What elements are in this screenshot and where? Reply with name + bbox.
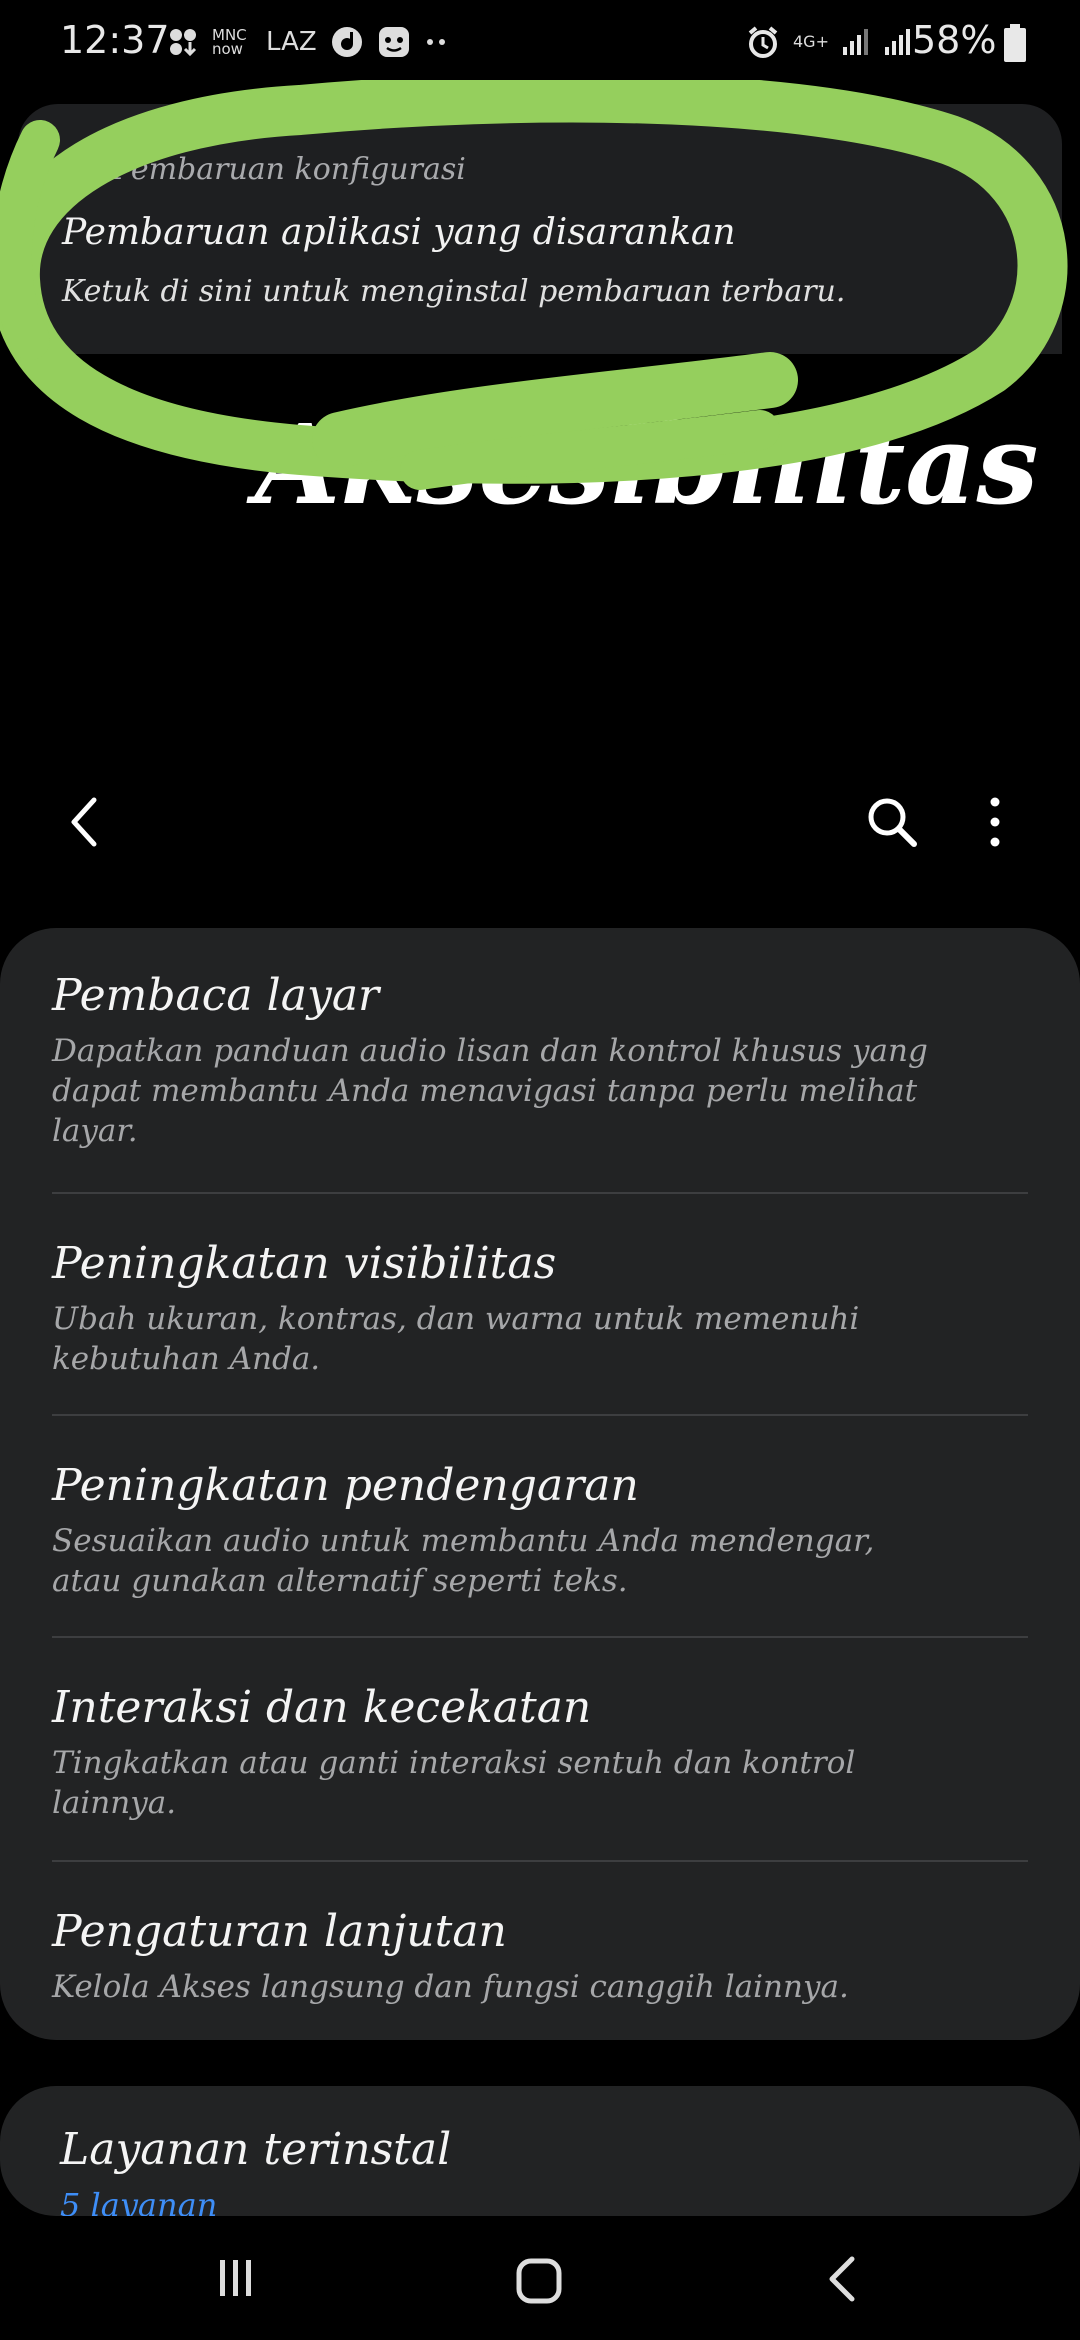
more-options-icon[interactable]	[980, 794, 1010, 850]
item-subtitle: Dapatkan panduan audio lisan dan kontrol…	[52, 1033, 928, 1149]
notification-header: Pembaruan konfigurasi	[66, 152, 466, 187]
notification-text: Ketuk di sini untuk menginstal pembaruan…	[62, 274, 846, 309]
item-title: Pembaca layar	[52, 970, 380, 1021]
lazada-icon: LAZ	[266, 27, 317, 57]
search-icon[interactable]	[864, 794, 920, 850]
page-title: Aksesibilitas	[255, 400, 1039, 529]
back-nav-icon[interactable]	[822, 2254, 862, 2304]
item-title: Pengaturan lanjutan	[52, 1906, 507, 1957]
item-subtitle: Tingkatkan atau ganti interaksi sentuh d…	[52, 1745, 856, 1821]
settings-card: Pembaca layar Dapatkan panduan audio lis…	[0, 928, 1080, 2040]
divider	[52, 1860, 1028, 1862]
network-type-icon: 4G+	[793, 32, 829, 51]
status-time: 12:37	[60, 18, 170, 62]
battery-percent: 58%	[912, 18, 997, 62]
app-face-icon	[378, 27, 409, 57]
settings-item-screen-reader[interactable]: Pembaca layar Dapatkan panduan audio lis…	[52, 970, 1032, 1151]
config-update-icon	[68, 156, 95, 184]
more-notifications-icon	[426, 39, 445, 45]
back-arrow-icon[interactable]	[60, 792, 108, 852]
alarm-icon	[748, 26, 778, 58]
signal-icon-2	[884, 29, 910, 55]
config-update-icon	[170, 29, 197, 57]
battery-icon	[1004, 24, 1026, 62]
installed-services-count: 5 layanan	[60, 2186, 218, 2216]
item-title: Peningkatan pendengaran	[52, 1460, 639, 1511]
dana-icon	[331, 27, 362, 57]
installed-services-title: Layanan terinstal	[60, 2124, 452, 2175]
item-title: Peningkatan visibilitas	[52, 1238, 557, 1289]
home-icon[interactable]	[514, 2256, 564, 2306]
notification-card[interactable]: Pembaruan konfigurasi Pembaruan aplikasi…	[18, 104, 1062, 354]
divider	[52, 1414, 1028, 1416]
settings-item-hearing[interactable]: Peningkatan pendengaran Sesuaikan audio …	[52, 1460, 1032, 1601]
item-subtitle: Kelola Akses langsung dan fungsi canggih…	[52, 1969, 849, 2005]
notification-app-label: Pembaruan konfigurasi	[112, 152, 466, 187]
item-subtitle: Ubah ukuran, kontras, dan warna untuk me…	[52, 1301, 860, 1377]
divider	[52, 1636, 1028, 1638]
recent-apps-icon[interactable]	[214, 2256, 258, 2300]
divider	[52, 1192, 1028, 1194]
settings-item-interaction[interactable]: Interaksi dan kecekatan Tingkatkan atau …	[52, 1682, 1032, 1823]
installed-services-card[interactable]: Layanan terinstal 5 layanan	[0, 2086, 1080, 2216]
signal-icon-1	[842, 29, 868, 55]
settings-item-advanced[interactable]: Pengaturan lanjutan Kelola Akses langsun…	[52, 1906, 1032, 2007]
notification-title: Pembaruan aplikasi yang disarankan	[62, 212, 736, 253]
status-left-icons: MNC now LAZ	[168, 22, 449, 62]
settings-item-visibility[interactable]: Peningkatan visibilitas Ubah ukuran, kon…	[52, 1238, 1032, 1379]
navigation-bar	[0, 2216, 1080, 2340]
mnc-now-icon: MNC now	[212, 26, 247, 58]
status-bar: 12:37 MNC now LAZ 4G+ 58%	[0, 0, 1080, 84]
status-right-icons: 4G+	[745, 20, 913, 64]
item-subtitle: Sesuaikan audio untuk membantu Anda mend…	[52, 1523, 875, 1599]
item-title: Interaksi dan kecekatan	[52, 1682, 592, 1733]
